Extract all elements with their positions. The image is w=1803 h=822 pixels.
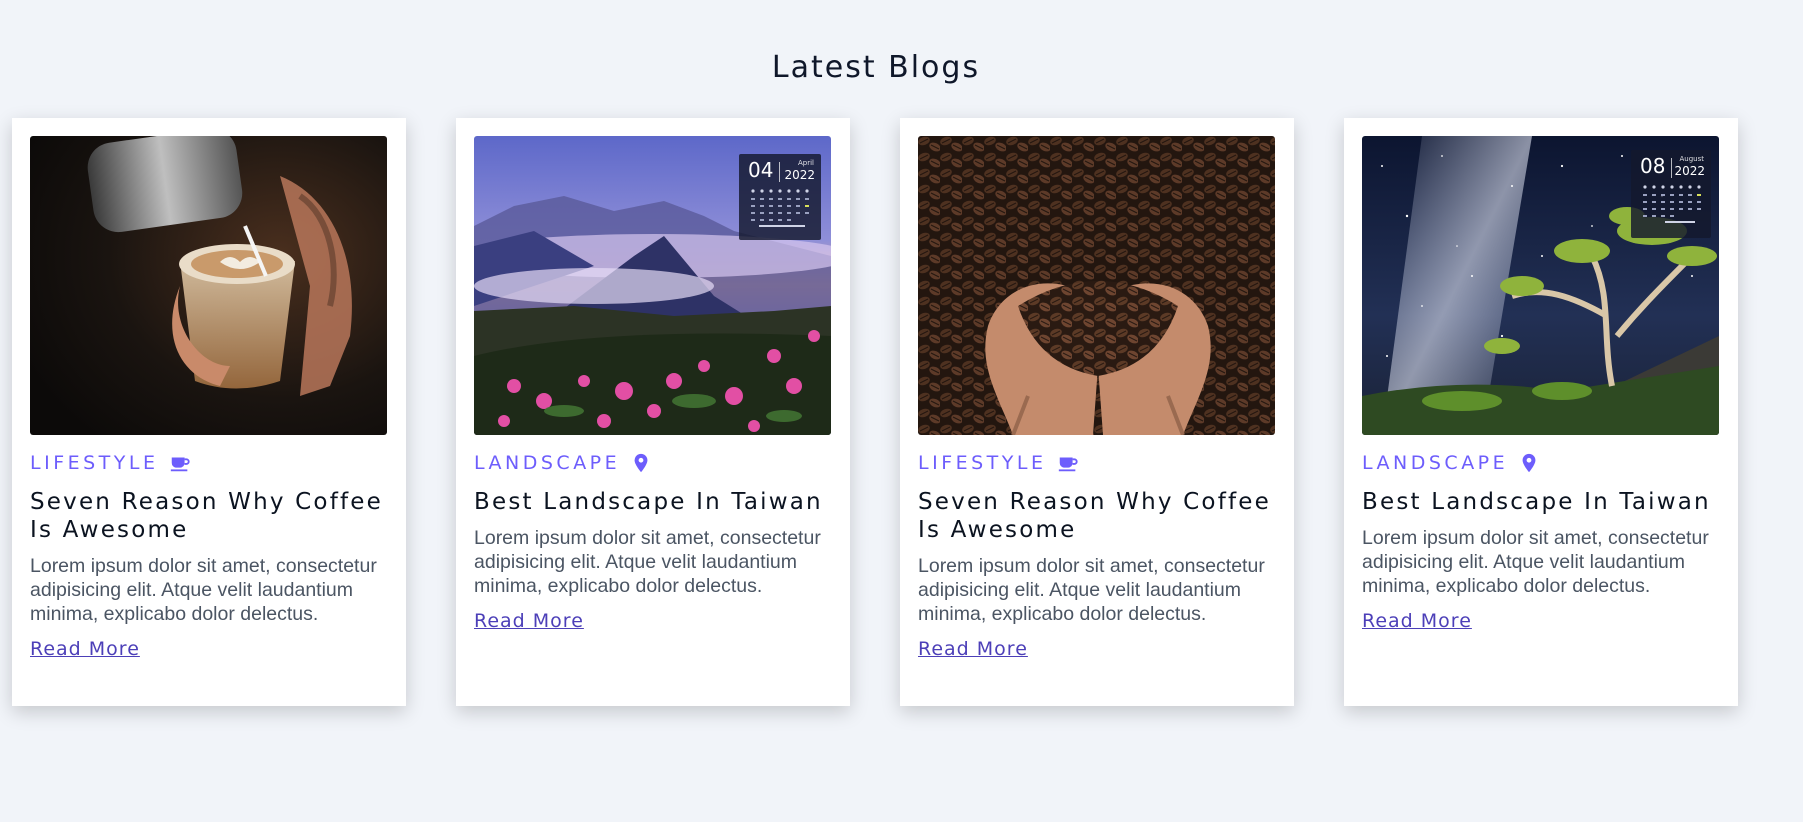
category-row: LIFESTYLE xyxy=(30,448,191,478)
taiwan-mountains-photo[interactable]: 04 April 2022 xyxy=(474,136,831,435)
read-more-link[interactable]: Read More xyxy=(30,638,140,660)
page-title: Latest Blogs xyxy=(771,50,981,86)
calendar-grid-icon xyxy=(1643,185,1701,223)
coffee-cup-icon xyxy=(169,452,191,474)
map-pin-icon xyxy=(630,452,652,474)
category-label[interactable]: LIFESTYLE xyxy=(30,452,159,474)
post-title: Best Landscape In Taiwan xyxy=(1362,489,1711,515)
read-more-link[interactable]: Read More xyxy=(1362,610,1472,632)
category-row: LIFESTYLE xyxy=(918,448,1079,478)
blog-card: LIFESTYLE Seven Reason Why Coffee Is Awe… xyxy=(900,118,1294,706)
calendar-month: August xyxy=(1679,155,1705,163)
read-more-link[interactable]: Read More xyxy=(918,638,1028,660)
read-more-link[interactable]: Read More xyxy=(474,610,584,632)
category-row: LANDSCAPE xyxy=(1362,448,1540,478)
category-label[interactable]: LIFESTYLE xyxy=(918,452,1047,474)
post-title: Seven Reason Why Coffee Is Awesome xyxy=(918,489,1272,543)
calendar-year: 2022 xyxy=(784,168,815,182)
post-title: Seven Reason Why Coffee Is Awesome xyxy=(30,489,384,543)
calendar-badge: 04 April 2022 xyxy=(739,154,821,240)
post-excerpt: Lorem ipsum dolor sit amet, consectetur … xyxy=(918,555,1265,625)
milky-way-tree-photo[interactable]: 08 August 2022 xyxy=(1362,136,1719,435)
category-label[interactable]: LANDSCAPE xyxy=(1362,452,1508,474)
category-row: LANDSCAPE xyxy=(474,448,652,478)
map-pin-icon xyxy=(1518,452,1540,474)
calendar-year: 2022 xyxy=(1674,164,1705,178)
coffee-cup-icon xyxy=(1057,452,1079,474)
latte-art-photo[interactable] xyxy=(30,136,387,435)
calendar-month: April xyxy=(798,159,814,167)
calendar-grid-icon xyxy=(751,189,809,227)
coffee-beans-hands-photo[interactable] xyxy=(918,136,1275,435)
calendar-day: 08 xyxy=(1640,154,1666,178)
calendar-day: 04 xyxy=(748,158,774,182)
post-title: Best Landscape In Taiwan xyxy=(474,489,823,515)
post-excerpt: Lorem ipsum dolor sit amet, consectetur … xyxy=(1362,527,1709,597)
blog-card: 04 April 2022 LANDSCAPE Best Landscape I… xyxy=(456,118,850,706)
calendar-badge: 08 August 2022 xyxy=(1631,150,1711,238)
post-excerpt: Lorem ipsum dolor sit amet, consectetur … xyxy=(30,555,377,625)
post-excerpt: Lorem ipsum dolor sit amet, consectetur … xyxy=(474,527,821,597)
blog-card: LIFESTYLE Seven Reason Why Coffee Is Awe… xyxy=(12,118,406,706)
category-label[interactable]: LANDSCAPE xyxy=(474,452,620,474)
blog-card: 08 August 2022 LANDSCAPE Best Landscape … xyxy=(1344,118,1738,706)
